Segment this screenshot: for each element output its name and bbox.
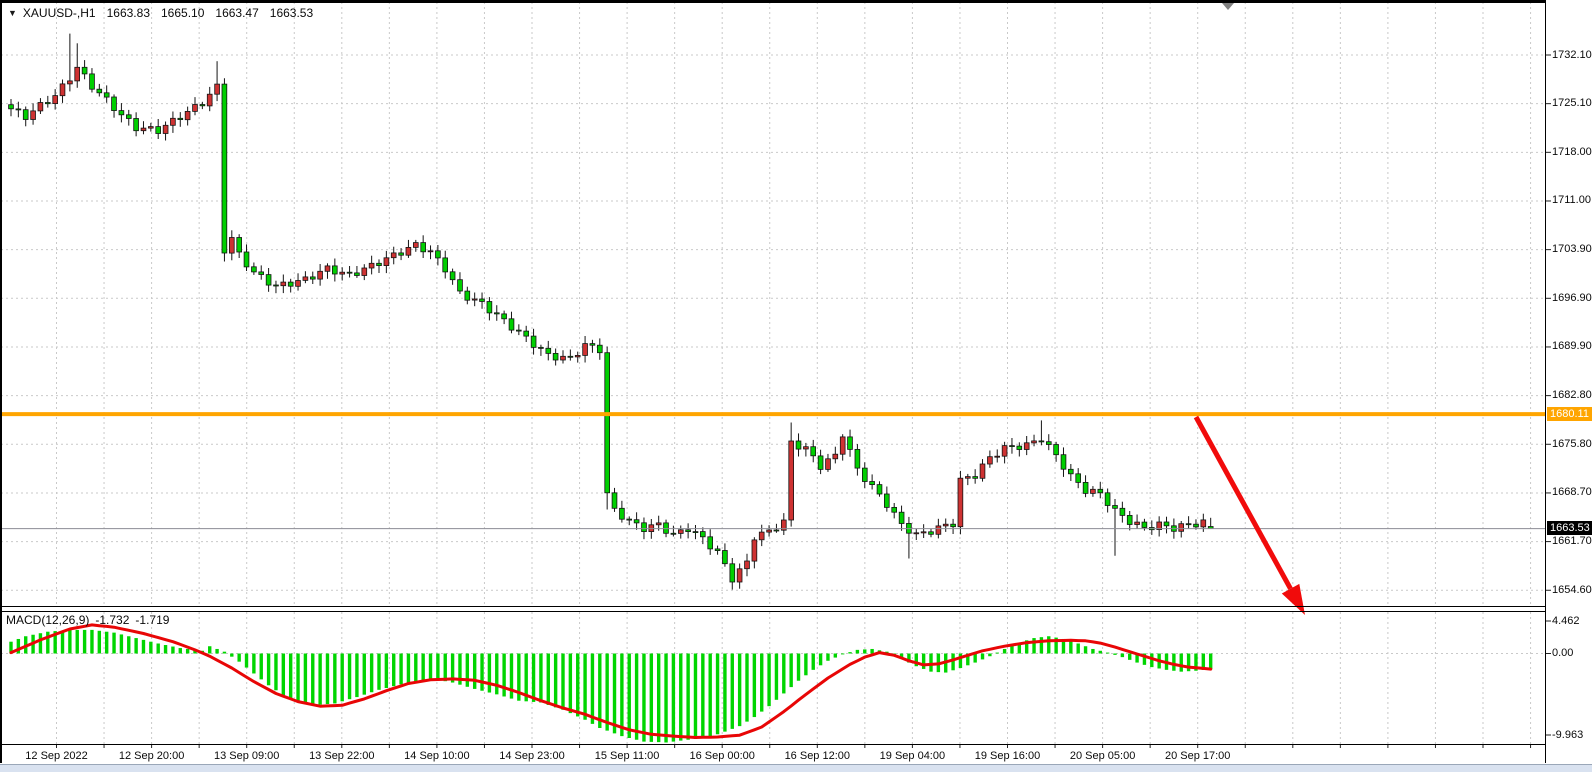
macd-signal-value: -1.719	[135, 613, 169, 627]
time-tick-label: 13 Sep 09:00	[199, 750, 295, 762]
symbol-period-label: XAUUSD-,H1	[23, 6, 96, 20]
panel-splitter-top[interactable]	[0, 606, 1546, 607]
price-tick-label: 1661.70	[1552, 535, 1592, 547]
chart-window: ▼XAUUSD-,H11663.831665.101663.471663.53 …	[0, 0, 1592, 772]
high-value: 1665.10	[161, 6, 204, 20]
current-price-tag: 1663.53	[1547, 521, 1592, 535]
low-value: 1663.47	[215, 6, 258, 20]
price-tick-label: 1654.60	[1552, 584, 1592, 596]
macd-value: -1.732	[95, 613, 129, 627]
price-tick-label: 1732.10	[1552, 49, 1592, 61]
time-tick-label: 19 Sep 04:00	[864, 750, 960, 762]
price-tick-label: 1696.90	[1552, 292, 1592, 304]
time-tick-label: 12 Sep 20:00	[104, 750, 200, 762]
time-tick-label: 15 Sep 11:00	[579, 750, 675, 762]
hline-price-tag[interactable]: 1680.11	[1547, 407, 1592, 421]
axis-divider	[1545, 0, 1546, 763]
top-border	[0, 0, 1546, 3]
time-tick-label: 13 Sep 22:00	[294, 750, 390, 762]
price-tick-label: 1711.00	[1552, 194, 1592, 206]
time-tick-label: 12 Sep 2022	[9, 750, 105, 762]
time-tick-label: 16 Sep 00:00	[674, 750, 770, 762]
time-tick-label: 20 Sep 17:00	[1150, 750, 1246, 762]
price-tick-label: 1682.80	[1552, 389, 1592, 401]
time-tick-label: 14 Sep 23:00	[484, 750, 580, 762]
macd-tick-label: 0.00	[1552, 647, 1592, 659]
panel-splitter-bottom[interactable]	[0, 611, 1546, 612]
macd-tick-label: -9.963	[1552, 729, 1592, 741]
macd-tick-label: 4.462	[1552, 615, 1592, 627]
macd-info-bar: MACD(12,26,9) -1.732 -1.719	[6, 613, 175, 627]
open-value: 1663.83	[107, 6, 150, 20]
symbol-info-bar: ▼ XAUUSD-,H1 1663.83 1665.10 1663.47 1663.53	[8, 6, 313, 20]
chart-canvas[interactable]	[0, 0, 1592, 772]
time-tick-label: 16 Sep 12:00	[769, 750, 865, 762]
chart-shift-marker-icon	[1222, 3, 1234, 10]
price-tick-label: 1725.10	[1552, 97, 1592, 109]
time-tick-label: 19 Sep 16:00	[960, 750, 1056, 762]
close-value: 1663.53	[270, 6, 313, 20]
window-bottom-strip	[0, 764, 1592, 772]
price-tick-label: 1668.70	[1552, 486, 1592, 498]
macd-name-label: MACD(12,26,9)	[6, 613, 89, 627]
price-tick-label: 1689.90	[1552, 340, 1592, 352]
macd-bottom-border	[0, 744, 1546, 745]
time-tick-label: 20 Sep 05:00	[1055, 750, 1151, 762]
left-border	[0, 0, 2, 763]
price-tick-label: 1703.90	[1552, 243, 1592, 255]
time-tick-label: 14 Sep 10:00	[389, 750, 485, 762]
collapse-indicators-icon[interactable]: ▼	[8, 8, 17, 18]
price-tick-label: 1718.00	[1552, 146, 1592, 158]
price-tick-label: 1675.80	[1552, 438, 1592, 450]
